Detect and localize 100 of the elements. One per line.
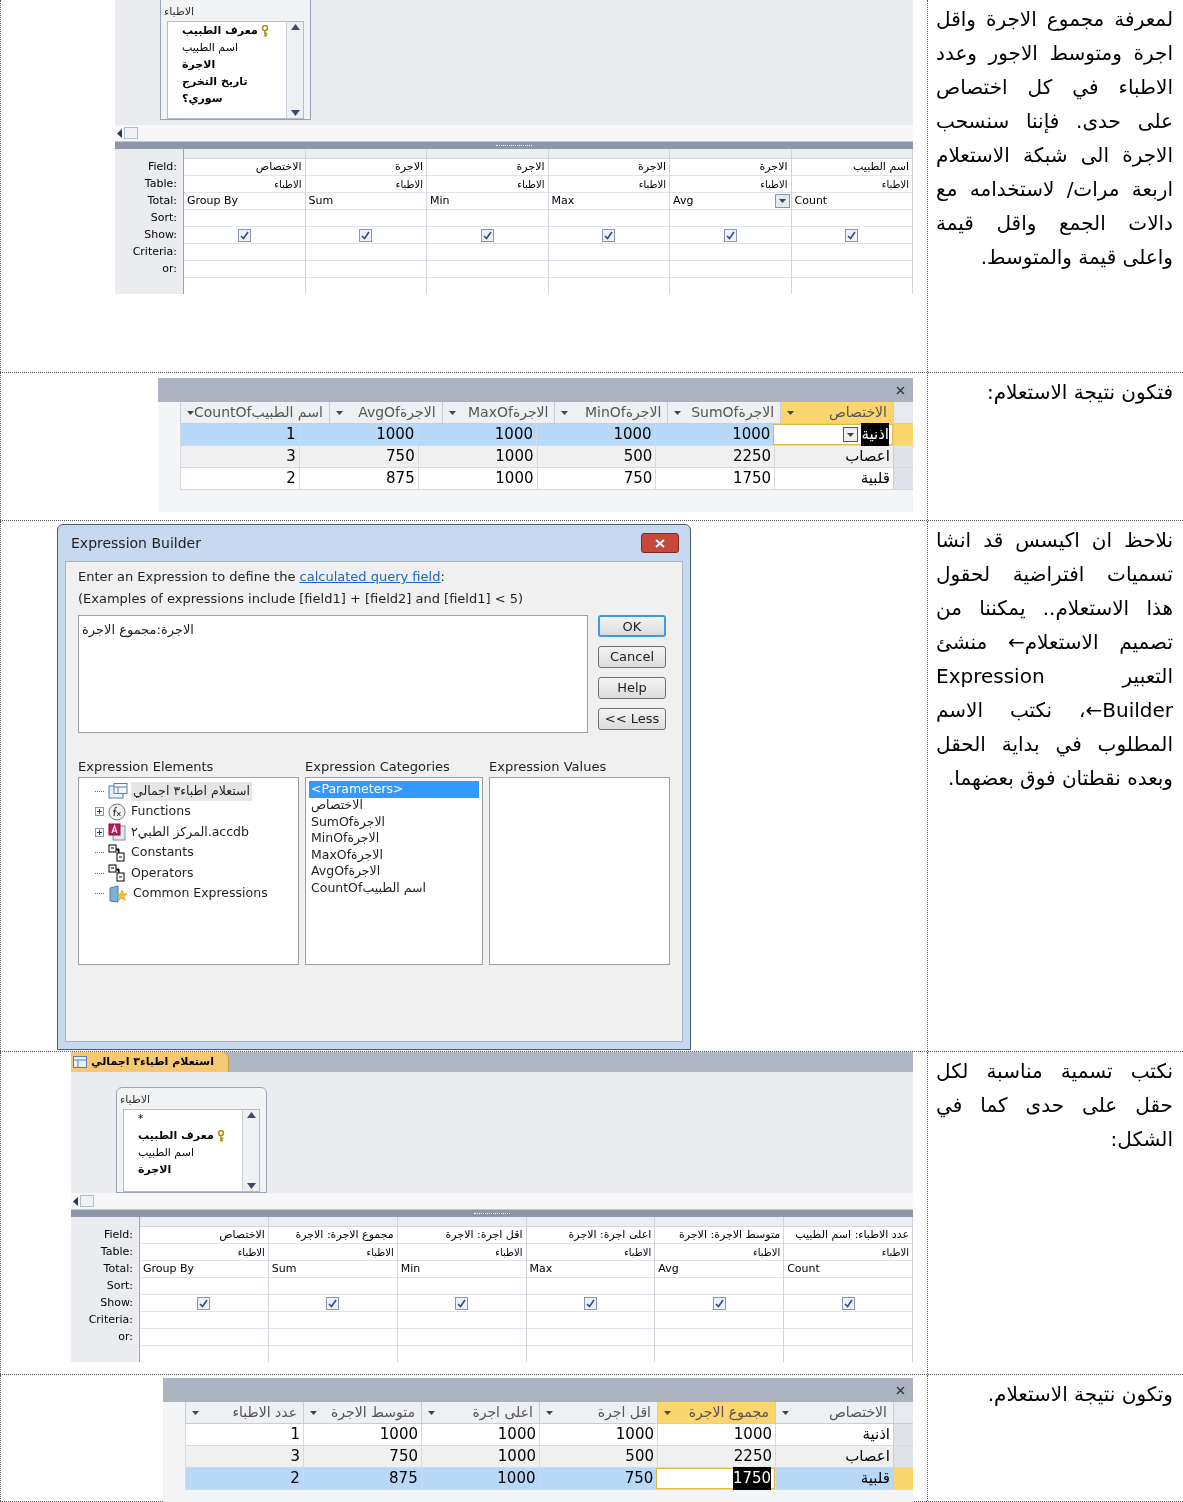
table-cell[interactable]: الاطباء	[184, 176, 305, 193]
data-cell[interactable]: 1000	[733, 1423, 772, 1446]
column-selector[interactable]	[670, 149, 791, 159]
scroll-up-icon[interactable]	[290, 23, 300, 30]
tree-item[interactable]: Operators	[93, 863, 298, 884]
table-cell[interactable]: الاطباء	[548, 176, 669, 193]
column-selector[interactable]	[184, 149, 305, 159]
table-cell[interactable]: الاطباء	[655, 1244, 784, 1261]
table-cell[interactable]: الاطباء	[526, 1244, 655, 1261]
expand-toggle[interactable]	[94, 807, 104, 817]
field-list-item[interactable]: الاجرة	[124, 1161, 242, 1179]
data-cell[interactable]: 3	[290, 1445, 300, 1468]
show-checkbox[interactable]	[326, 1296, 340, 1310]
total-cell[interactable]: Max	[526, 1261, 655, 1278]
select-all-corner[interactable]	[893, 1402, 913, 1423]
data-cell[interactable]: 1000	[376, 423, 415, 446]
field-cell[interactable]: الاجرة	[305, 159, 426, 176]
close-button[interactable]	[641, 533, 679, 553]
table-cell[interactable]: الاطباء	[397, 1244, 526, 1261]
total-cell[interactable]: Count	[791, 193, 912, 210]
show-checkbox[interactable]	[197, 1296, 211, 1310]
horizontal-scrollbar[interactable]	[115, 125, 913, 141]
category-item[interactable]: SumOfالاجرة	[309, 814, 479, 831]
column-selector[interactable]	[268, 1217, 397, 1227]
data-cell[interactable]: 1000	[495, 445, 534, 468]
column-selector[interactable]	[655, 1217, 784, 1227]
field-cell[interactable]: متوسط الاجرة: الاجرة	[655, 1227, 784, 1244]
data-cell[interactable]: 875	[389, 1467, 418, 1490]
category-item[interactable]: الاختصاص	[309, 797, 479, 814]
data-cell[interactable]: 2250	[733, 1445, 772, 1468]
combo-dropdown-button[interactable]	[843, 427, 859, 442]
data-cell[interactable]: 500	[625, 1445, 654, 1468]
total-cell[interactable]: Count	[784, 1261, 912, 1278]
data-cell[interactable]: 1000	[497, 1467, 536, 1490]
show-checkbox[interactable]	[583, 1296, 597, 1310]
total-cell[interactable]: Min	[427, 193, 548, 210]
field-cell[interactable]: الاختصاص	[140, 1227, 268, 1244]
data-cell[interactable]: 875	[386, 467, 415, 490]
column-selector[interactable]	[784, 1217, 912, 1227]
data-cell[interactable]: 3	[286, 445, 296, 468]
dropdown-button[interactable]	[774, 194, 790, 208]
data-cell[interactable]: 1000	[494, 423, 533, 446]
data-cell[interactable]: اعصاب	[845, 445, 890, 468]
table-cell[interactable]: الاطباء	[670, 176, 791, 193]
data-cell[interactable]: 1750	[733, 1467, 772, 1490]
row-selector[interactable]	[893, 1446, 913, 1467]
field-list-item[interactable]: اسم الطبيب	[124, 1144, 242, 1162]
field-cell[interactable]: اقل اجرة: الاجرة	[397, 1227, 526, 1244]
data-cell[interactable]: 750	[624, 1467, 654, 1490]
row-selector[interactable]	[893, 1468, 913, 1489]
table-cell[interactable]: الاطباء	[140, 1244, 268, 1261]
category-item[interactable]: AvgOfالاجرة	[309, 863, 479, 880]
field-cell[interactable]: اعلى اجرة: الاجرة	[526, 1227, 655, 1244]
show-checkbox[interactable]	[723, 228, 737, 242]
show-checkbox[interactable]	[237, 228, 251, 242]
total-cell[interactable]: Sum	[305, 193, 426, 210]
field-list-item[interactable]: الاجرة	[168, 56, 286, 74]
data-cell[interactable]: 1000	[497, 1423, 536, 1446]
dialog-button[interactable]: << Less	[598, 708, 666, 730]
column-selector[interactable]	[791, 149, 912, 159]
vertical-scrollbar[interactable]	[286, 21, 303, 118]
data-cell[interactable]: 2250	[733, 445, 772, 468]
total-cell[interactable]: Group By	[140, 1261, 268, 1278]
tree-item[interactable]: Functions	[93, 801, 298, 822]
field-cell[interactable]: الاختصاص	[184, 159, 305, 176]
data-cell[interactable]: 1750	[733, 467, 772, 490]
column-selector[interactable]	[140, 1217, 268, 1227]
help-link[interactable]: calculated query field	[299, 567, 441, 587]
total-cell[interactable]: Group By	[184, 193, 305, 210]
show-checkbox[interactable]	[455, 1296, 469, 1310]
show-checkbox[interactable]	[480, 228, 494, 242]
total-cell[interactable]: Min	[397, 1261, 526, 1278]
category-item[interactable]: MaxOfالاجرة	[309, 847, 479, 864]
total-cell[interactable]: Max	[548, 193, 669, 210]
field-cell[interactable]: الاجرة	[548, 159, 669, 176]
field-cell[interactable]: اسم الطبيب	[791, 159, 912, 176]
field-list-item[interactable]: اسم الطبيب	[168, 39, 286, 57]
show-checkbox[interactable]	[845, 228, 859, 242]
total-cell[interactable]: Sum	[268, 1261, 397, 1278]
show-checkbox[interactable]	[841, 1296, 855, 1310]
show-checkbox[interactable]	[602, 228, 616, 242]
query-tab[interactable]: استعلام اطباء٣ اجمالي	[71, 1052, 229, 1072]
data-cell[interactable]: اعصاب	[845, 1445, 890, 1468]
field-list-item[interactable]: تاريخ التخرج	[168, 73, 286, 91]
scroll-left-icon[interactable]	[117, 128, 122, 138]
data-cell[interactable]: 750	[389, 1445, 418, 1468]
data-cell[interactable]: 1000	[615, 1423, 654, 1446]
column-header[interactable]: الاختصاص	[780, 402, 893, 423]
column-selector[interactable]	[397, 1217, 526, 1227]
field-list-item[interactable]: *	[124, 1110, 242, 1128]
table-cell[interactable]: الاطباء	[427, 176, 548, 193]
total-cell[interactable]: Avg	[670, 193, 791, 210]
total-cell[interactable]: Avg	[655, 1261, 784, 1278]
field-cell[interactable]: الاجرة	[670, 159, 791, 176]
scroll-up-icon[interactable]	[246, 1111, 256, 1118]
column-selector[interactable]	[427, 149, 548, 159]
field-list-item[interactable]: معرف الطبيب	[124, 1127, 242, 1145]
field-cell[interactable]: عدد الاطباء: اسم الطبيب	[784, 1227, 912, 1244]
data-cell[interactable]: 500	[623, 445, 653, 468]
data-cell[interactable]: قلبية	[860, 467, 890, 490]
